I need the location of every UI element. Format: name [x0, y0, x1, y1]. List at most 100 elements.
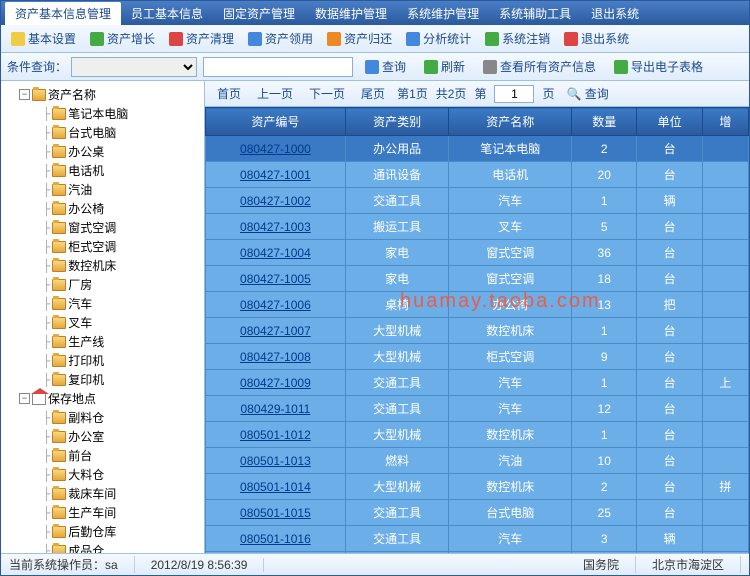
toolbar-button[interactable]: 退出系统 — [558, 28, 635, 49]
tree-item[interactable]: ├ 台式电脑 — [1, 123, 204, 142]
asset-id-link[interactable]: 080427-1009 — [206, 370, 346, 396]
query-button[interactable]: 查询 — [359, 56, 412, 77]
toolbar-button[interactable]: 资产领用 — [242, 28, 319, 49]
collapse-icon[interactable]: − — [19, 393, 30, 404]
pager-prev[interactable]: 上一页 — [253, 83, 297, 104]
table-row[interactable]: 080501-1015交通工具台式电脑25台 — [206, 500, 749, 526]
asset-id-link[interactable]: 080427-1003 — [206, 214, 346, 240]
tree-item[interactable]: ├ 复印机 — [1, 370, 204, 389]
refresh-button[interactable]: 刷新 — [418, 56, 471, 77]
tree-item[interactable]: ├ 后勤仓库 — [1, 522, 204, 541]
asset-id-link[interactable]: 080501-1013 — [206, 448, 346, 474]
tree-root[interactable]: − 保存地点 — [1, 389, 204, 408]
toolbar-button[interactable]: 资产清理 — [163, 28, 240, 49]
table-row[interactable]: 080501-1013燃料汽油10台 — [206, 448, 749, 474]
pager-total: 共2页 — [436, 85, 467, 102]
tree-item[interactable]: ├ 前台 — [1, 446, 204, 465]
tree-item[interactable]: ├ 办公椅 — [1, 199, 204, 218]
table-row[interactable]: 080427-1009交通工具汽车1台上 — [206, 370, 749, 396]
tree-item[interactable]: ├ 副料仓 — [1, 408, 204, 427]
table-row[interactable]: 080501-1014大型机械数控机床2台拼 — [206, 474, 749, 500]
tree-item[interactable]: ├ 汽车 — [1, 294, 204, 313]
menu-item[interactable]: 资产基本信息管理 — [5, 2, 121, 25]
asset-id-link[interactable]: 080427-1001 — [206, 162, 346, 188]
folder-icon — [52, 298, 66, 310]
table-row[interactable]: 080427-1006桌椅办公椅13把 — [206, 292, 749, 318]
viewall-button[interactable]: 查看所有资产信息 — [477, 56, 602, 77]
grid-header[interactable]: 资产名称 — [449, 108, 572, 136]
menu-item[interactable]: 固定资产管理 — [213, 2, 305, 25]
menu-item[interactable]: 数据维护管理 — [305, 2, 397, 25]
menu-item[interactable]: 退出系统 — [581, 2, 649, 25]
asset-id-link[interactable]: 080501-1017 — [206, 552, 346, 554]
asset-id-link[interactable]: 080427-1008 — [206, 344, 346, 370]
collapse-icon[interactable]: − — [19, 89, 30, 100]
pager-first[interactable]: 首页 — [213, 83, 245, 104]
tree-item[interactable]: ├ 数控机床 — [1, 256, 204, 275]
tree-item[interactable]: ├ 电话机 — [1, 161, 204, 180]
tree-item[interactable]: ├ 成品仓 — [1, 541, 204, 553]
grid-header[interactable]: 单位 — [637, 108, 702, 136]
tree-item[interactable]: ├ 窗式空调 — [1, 218, 204, 237]
grid-header[interactable]: 数量 — [572, 108, 637, 136]
pager-go[interactable]: 🔍 查询 — [562, 83, 612, 104]
grid-header[interactable]: 资产类别 — [345, 108, 449, 136]
status-bar: 当前系统操作员：sa 2012/8/19 8:56:39 国务院 北京市海淀区 — [1, 553, 749, 575]
table-row[interactable]: 080427-1002交通工具汽车1辆 — [206, 188, 749, 214]
table-row[interactable]: 080427-1003搬运工具叉车5台 — [206, 214, 749, 240]
asset-id-link[interactable]: 080501-1016 — [206, 526, 346, 552]
tree-item[interactable]: ├ 汽油 — [1, 180, 204, 199]
menu-item[interactable]: 系统维护管理 — [397, 2, 489, 25]
grid-header[interactable]: 增 — [702, 108, 748, 136]
asset-id-link[interactable]: 080427-1000 — [206, 136, 346, 162]
search-field-select[interactable] — [71, 57, 197, 77]
toolbar-button[interactable]: 资产增长 — [84, 28, 161, 49]
table-row[interactable]: 080427-1007大型机械数控机床1台 — [206, 318, 749, 344]
asset-id-link[interactable]: 080427-1007 — [206, 318, 346, 344]
table-row[interactable]: 080427-1005家电窗式空调18台 — [206, 266, 749, 292]
toolbar-button[interactable]: 系统注销 — [479, 28, 556, 49]
folder-icon — [52, 165, 66, 177]
asset-id-link[interactable]: 080501-1014 — [206, 474, 346, 500]
tree-item[interactable]: ├ 柜式空调 — [1, 237, 204, 256]
menu-item[interactable]: 系统辅助工具 — [489, 2, 581, 25]
search-input[interactable] — [203, 57, 353, 77]
menu-item[interactable]: 员工基本信息 — [121, 2, 213, 25]
pager-page-input[interactable] — [494, 85, 534, 103]
table-row[interactable]: 080427-1001通讯设备电话机20台 — [206, 162, 749, 188]
asset-id-link[interactable]: 080427-1005 — [206, 266, 346, 292]
tree-root[interactable]: − 资产名称 — [1, 85, 204, 104]
asset-id-link[interactable]: 080427-1006 — [206, 292, 346, 318]
asset-id-link[interactable]: 080501-1015 — [206, 500, 346, 526]
toolbar-button[interactable]: 资产归还 — [321, 28, 398, 49]
export-button[interactable]: 导出电子表格 — [608, 56, 709, 77]
grid-header[interactable]: 资产编号 — [206, 108, 346, 136]
table-row[interactable]: 080429-1011交通工具汽车12台 — [206, 396, 749, 422]
asset-id-link[interactable]: 080429-1011 — [206, 396, 346, 422]
table-row[interactable]: 080427-1004家电窗式空调36台 — [206, 240, 749, 266]
tree-item[interactable]: ├ 叉车 — [1, 313, 204, 332]
asset-id-link[interactable]: 080427-1002 — [206, 188, 346, 214]
asset-id-link[interactable]: 080501-1012 — [206, 422, 346, 448]
tree-item[interactable]: ├ 生产车间 — [1, 503, 204, 522]
table-row[interactable]: 080501-1016交通工具汽车3辆 — [206, 526, 749, 552]
tree-item[interactable]: ├ 笔记本电脑 — [1, 104, 204, 123]
tree-item[interactable]: ├ 生产线 — [1, 332, 204, 351]
tree-item[interactable]: ├ 办公室 — [1, 427, 204, 446]
table-row[interactable]: 080427-1008大型机械柜式空调9台 — [206, 344, 749, 370]
table-row[interactable]: 080501-1017家电窗式空调8台 — [206, 552, 749, 554]
table-row[interactable]: 080501-1012大型机械数控机床1台 — [206, 422, 749, 448]
toolbar-button[interactable]: 基本设置 — [5, 28, 82, 49]
pager-last[interactable]: 尾页 — [357, 83, 389, 104]
tree-item[interactable]: ├ 打印机 — [1, 351, 204, 370]
toolbar-button[interactable]: 分析统计 — [400, 28, 477, 49]
tree-item[interactable]: ├ 厂房 — [1, 275, 204, 294]
tree-item[interactable]: ├ 办公桌 — [1, 142, 204, 161]
tree-item[interactable]: ├ 裁床车间 — [1, 484, 204, 503]
tree-item[interactable]: ├ 大料仓 — [1, 465, 204, 484]
pager-next[interactable]: 下一页 — [305, 83, 349, 104]
asset-tree[interactable]: − 资产名称├ 笔记本电脑├ 台式电脑├ 办公桌├ 电话机├ 汽油├ 办公椅├ … — [1, 81, 205, 553]
asset-id-link[interactable]: 080427-1004 — [206, 240, 346, 266]
asset-grid[interactable]: 资产编号资产类别资产名称数量单位增080427-1000办公用品笔记本电脑2台0… — [205, 107, 749, 553]
table-row[interactable]: 080427-1000办公用品笔记本电脑2台 — [206, 136, 749, 162]
